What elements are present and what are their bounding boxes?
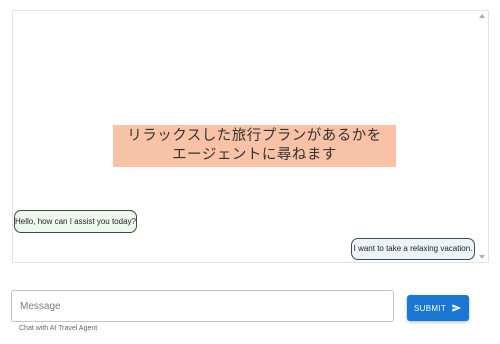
submit-button[interactable]: SUBMIT (407, 295, 469, 321)
agent-message-text: Hello, how can I assist you today? (15, 216, 136, 226)
user-message-bubble: I want to take a relaxing vacation. (351, 238, 475, 260)
instruction-banner-line-1: リラックスした旅行プランがあるかを (127, 128, 382, 144)
message-field[interactable] (11, 290, 394, 322)
message-helper-text: Chat with AI Travel Agent (19, 325, 98, 332)
user-message-text: I want to take a relaxing vacation. (353, 244, 473, 253)
agent-message-bubble: Hello, how can I assist you today? (14, 210, 137, 233)
scroll-up-arrow-icon[interactable] (479, 14, 485, 18)
instruction-banner-line-2: エージェントに尋ねます (172, 147, 337, 163)
send-icon (452, 304, 462, 312)
instruction-banner: リラックスした旅行プランがあるかを エージェントに尋ねます (113, 125, 396, 167)
chat-scrollbar[interactable] (476, 11, 488, 262)
scroll-down-arrow-icon[interactable] (479, 255, 485, 259)
submit-button-label: SUBMIT (413, 303, 447, 313)
message-input[interactable] (12, 291, 393, 321)
